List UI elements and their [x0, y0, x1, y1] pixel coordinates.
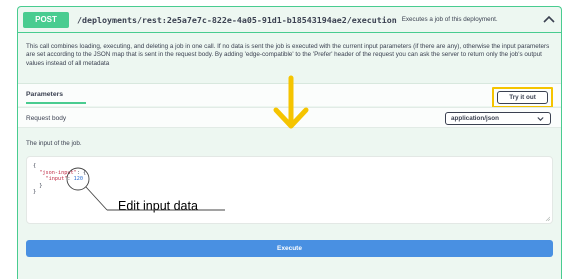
parameters-tab[interactable]: Parameters	[26, 91, 63, 98]
code-value-input: 120	[73, 176, 83, 182]
code-line-1: {	[33, 163, 37, 169]
execute-button[interactable]: Execute	[26, 240, 553, 257]
operation-block: POST /deployments/rest:2e5a7e7c-822e-4a0…	[17, 6, 562, 279]
code-line-2-rest: : {	[76, 169, 87, 176]
resize-handle-icon[interactable]	[545, 216, 550, 221]
request-body-label: Request body	[26, 115, 67, 122]
endpoint-path: /deployments/rest:2e5a7e7c-822e-4a05-91d…	[77, 14, 397, 25]
content-type-select[interactable]: application/json	[445, 112, 551, 125]
request-body-editor[interactable]: { "json-input": { "input": 120 } }	[26, 156, 553, 224]
operation-summary-text: Executes a job of this deployment.	[401, 16, 498, 23]
operation-summary[interactable]: POST /deployments/rest:2e5a7e7c-822e-4a0…	[18, 7, 561, 33]
chevron-up-icon[interactable]	[543, 14, 555, 24]
annotation-label: Edit input data	[118, 199, 198, 213]
method-badge: POST	[23, 11, 69, 28]
try-it-out-button[interactable]: Try it out	[497, 91, 548, 104]
parameters-tab-underline	[26, 102, 86, 104]
chevron-down-icon	[537, 117, 544, 121]
content-type-value: application/json	[451, 115, 499, 122]
code-key-input: "input"	[45, 176, 68, 182]
parameters-header: Parameters Try it out	[18, 83, 561, 108]
code-key-json-input: "json-input"	[39, 169, 77, 176]
operation-description: This call combines loading, executing, a…	[26, 43, 550, 67]
code-line-5: }	[33, 189, 37, 195]
request-body-code: { "json-input": { "input": 120 } }	[33, 163, 86, 196]
code-line-4: }	[39, 182, 43, 189]
input-description: The input of the job.	[26, 140, 82, 147]
request-body-row: Request body application/json	[18, 107, 561, 128]
